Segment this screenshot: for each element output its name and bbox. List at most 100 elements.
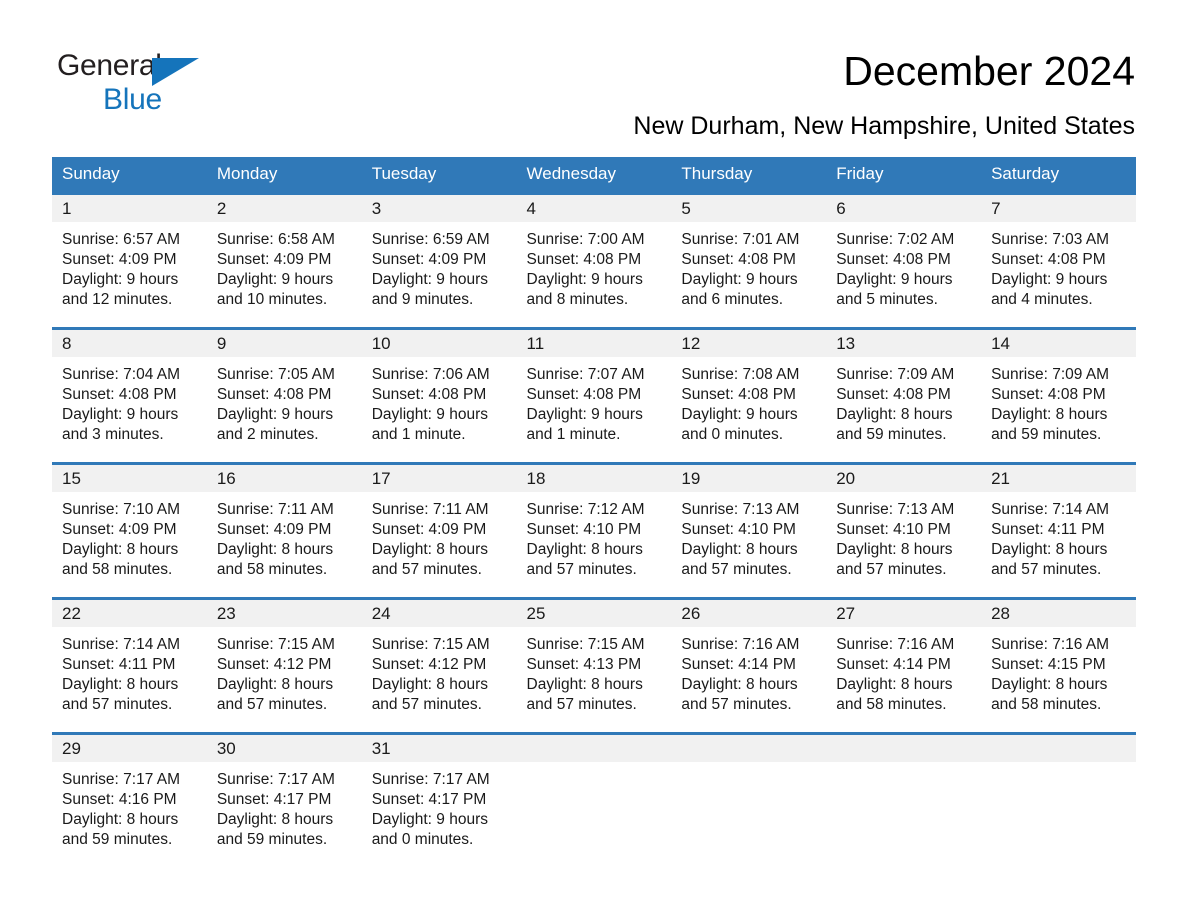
sunset-text: Sunset: 4:08 PM [62, 386, 177, 403]
day-number: 28 [991, 604, 1010, 623]
day-number: 22 [62, 604, 81, 623]
day-details: Sunrise: 6:58 AM Sunset: 4:09 PM Dayligh… [207, 222, 362, 310]
day-number: 6 [836, 199, 846, 218]
day-number-strip: 23 [206, 600, 362, 627]
day-cell[interactable]: 7 Sunrise: 7:03 AM Sunset: 4:08 PM Dayli… [981, 192, 1136, 329]
daylight-line2: and 2 minutes. [216, 426, 319, 443]
daylight-line2: and 57 minutes. [681, 696, 792, 713]
day-cell[interactable]: 14 Sunrise: 7:09 AM Sunset: 4:08 PM Dayl… [981, 327, 1136, 464]
day-cell[interactable]: 26 Sunrise: 7:16 AM Sunset: 4:14 PM Dayl… [671, 597, 827, 734]
weekday-header-saturday: Saturday [981, 157, 1136, 194]
day-details: Sunrise: 7:02 AM Sunset: 4:08 PM Dayligh… [826, 222, 981, 310]
sunrise-text: Sunrise: 7:05 AM [216, 366, 335, 383]
daylight-line2: and 10 minutes. [216, 291, 328, 308]
day-cell[interactable]: 30 Sunrise: 7:17 AM Sunset: 4:17 PM Dayl… [206, 732, 362, 869]
sunrise-text: Sunrise: 7:12 AM [526, 501, 645, 518]
day-cell[interactable]: 31 Sunrise: 7:17 AM Sunset: 4:17 PM Dayl… [361, 732, 517, 869]
day-cell[interactable]: 21 Sunrise: 7:14 AM Sunset: 4:11 PM Dayl… [981, 462, 1136, 599]
sunrise-text: Sunrise: 7:08 AM [681, 366, 800, 383]
day-details: Sunrise: 7:15 AM Sunset: 4:12 PM Dayligh… [362, 627, 517, 715]
day-details: Sunrise: 7:10 AM Sunset: 4:09 PM Dayligh… [52, 492, 207, 580]
day-cell[interactable]: 6 Sunrise: 7:02 AM Sunset: 4:08 PM Dayli… [826, 192, 982, 329]
day-cell[interactable]: 11 Sunrise: 7:07 AM Sunset: 4:08 PM Dayl… [516, 327, 672, 464]
day-details: Sunrise: 7:14 AM Sunset: 4:11 PM Dayligh… [981, 492, 1136, 580]
day-cell[interactable]: 22 Sunrise: 7:14 AM Sunset: 4:11 PM Dayl… [52, 597, 207, 734]
daylight-line1: Daylight: 8 hours [836, 406, 953, 423]
day-details: Sunrise: 7:08 AM Sunset: 4:08 PM Dayligh… [671, 357, 826, 445]
day-cell[interactable]: 18 Sunrise: 7:12 AM Sunset: 4:10 PM Dayl… [516, 462, 672, 599]
day-details: Sunrise: 7:15 AM Sunset: 4:12 PM Dayligh… [207, 627, 362, 715]
daylight-line2: and 57 minutes. [371, 696, 482, 713]
day-number: 24 [371, 604, 391, 623]
day-number-strip: 15 [52, 465, 207, 492]
generalblue-logo[interactable]: General Blue [57, 51, 217, 123]
sunrise-sunset-calendar: Sunday Monday Tuesday Wednesday Thursday… [52, 157, 1136, 869]
daylight-line1: Daylight: 8 hours [62, 676, 179, 693]
sunset-text: Sunset: 4:14 PM [681, 656, 796, 673]
day-number: 8 [62, 334, 72, 353]
day-number-strip: 11 [516, 330, 672, 357]
daylight-line1: Daylight: 9 hours [62, 271, 179, 288]
daylight-line2: and 9 minutes. [371, 291, 474, 308]
day-cell[interactable]: 28 Sunrise: 7:16 AM Sunset: 4:15 PM Dayl… [981, 597, 1136, 734]
day-cell[interactable]: 1 Sunrise: 6:57 AM Sunset: 4:09 PM Dayli… [52, 192, 207, 329]
sunrise-text: Sunrise: 7:04 AM [62, 366, 181, 383]
day-cell[interactable]: 25 Sunrise: 7:15 AM Sunset: 4:13 PM Dayl… [516, 597, 672, 734]
daylight-line2: and 59 minutes. [216, 831, 328, 848]
day-number-strip: 10 [361, 330, 517, 357]
daylight-line1: Daylight: 9 hours [216, 271, 334, 288]
day-details: Sunrise: 7:14 AM Sunset: 4:11 PM Dayligh… [52, 627, 207, 715]
sunset-text: Sunset: 4:08 PM [836, 251, 951, 268]
day-cell[interactable]: 10 Sunrise: 7:06 AM Sunset: 4:08 PM Dayl… [361, 327, 517, 464]
daylight-line1: Daylight: 8 hours [836, 676, 953, 693]
day-cell[interactable]: 16 Sunrise: 7:11 AM Sunset: 4:09 PM Dayl… [206, 462, 362, 599]
daylight-line1: Daylight: 8 hours [216, 811, 334, 828]
day-cell[interactable]: 2 Sunrise: 6:58 AM Sunset: 4:09 PM Dayli… [206, 192, 362, 329]
day-details: Sunrise: 7:12 AM Sunset: 4:10 PM Dayligh… [517, 492, 672, 580]
sunset-text: Sunset: 4:11 PM [62, 656, 176, 673]
day-number-strip: 30 [206, 735, 362, 762]
day-cell[interactable]: 23 Sunrise: 7:15 AM Sunset: 4:12 PM Dayl… [206, 597, 362, 734]
day-cell[interactable]: 24 Sunrise: 7:15 AM Sunset: 4:12 PM Dayl… [361, 597, 517, 734]
daylight-line2: and 57 minutes. [991, 561, 1102, 578]
day-number: 30 [216, 739, 236, 758]
daylight-line1: Daylight: 8 hours [991, 676, 1108, 693]
day-cell[interactable]: 17 Sunrise: 7:11 AM Sunset: 4:09 PM Dayl… [361, 462, 517, 599]
day-cell[interactable]: 12 Sunrise: 7:08 AM Sunset: 4:08 PM Dayl… [671, 327, 827, 464]
day-cell[interactable]: 5 Sunrise: 7:01 AM Sunset: 4:08 PM Dayli… [671, 192, 827, 329]
day-number: 12 [681, 334, 701, 353]
weekday-header-thursday: Thursday [671, 157, 827, 194]
day-cell[interactable]: 20 Sunrise: 7:13 AM Sunset: 4:10 PM Dayl… [826, 462, 982, 599]
sunset-text: Sunset: 4:09 PM [62, 251, 177, 268]
daylight-line2: and 59 minutes. [62, 831, 173, 848]
day-number-strip: 19 [671, 465, 827, 492]
logo-text-blue: Blue [103, 83, 162, 116]
sunrise-text: Sunrise: 6:58 AM [216, 231, 335, 248]
day-cell[interactable]: 29 Sunrise: 7:17 AM Sunset: 4:16 PM Dayl… [52, 732, 207, 869]
day-cell[interactable]: 9 Sunrise: 7:05 AM Sunset: 4:08 PM Dayli… [206, 327, 362, 464]
day-cell[interactable]: 4 Sunrise: 7:00 AM Sunset: 4:08 PM Dayli… [516, 192, 672, 329]
day-cell[interactable]: 13 Sunrise: 7:09 AM Sunset: 4:08 PM Dayl… [826, 327, 982, 464]
day-cell[interactable]: 27 Sunrise: 7:16 AM Sunset: 4:14 PM Dayl… [826, 597, 982, 734]
day-cell[interactable]: 15 Sunrise: 7:10 AM Sunset: 4:09 PM Dayl… [52, 462, 207, 599]
daylight-line2: and 57 minutes. [681, 561, 792, 578]
day-number-strip: 14 [981, 330, 1136, 357]
day-cell[interactable]: 3 Sunrise: 6:59 AM Sunset: 4:09 PM Dayli… [361, 192, 517, 329]
day-details: Sunrise: 7:16 AM Sunset: 4:14 PM Dayligh… [671, 627, 826, 715]
day-cell-empty [516, 732, 672, 869]
daylight-line2: and 12 minutes. [62, 291, 173, 308]
day-number-strip: 1 [52, 195, 207, 222]
daylight-line1: Daylight: 9 hours [526, 271, 643, 288]
daylight-line1: Daylight: 8 hours [216, 541, 334, 558]
day-number-strip [671, 735, 827, 762]
sunrise-text: Sunrise: 7:16 AM [681, 636, 800, 653]
sunset-text: Sunset: 4:08 PM [681, 386, 796, 403]
day-cell[interactable]: 8 Sunrise: 7:04 AM Sunset: 4:08 PM Dayli… [52, 327, 207, 464]
day-number: 26 [681, 604, 701, 623]
day-cell[interactable]: 19 Sunrise: 7:13 AM Sunset: 4:10 PM Dayl… [671, 462, 827, 599]
daylight-line1: Daylight: 9 hours [216, 406, 334, 423]
calendar-week-row: 1 Sunrise: 6:57 AM Sunset: 4:09 PM Dayli… [52, 192, 1136, 329]
location-subtitle: New Durham, New Hampshire, United States [633, 112, 1135, 140]
sunrise-text: Sunrise: 7:01 AM [681, 231, 800, 248]
day-details: Sunrise: 7:17 AM Sunset: 4:17 PM Dayligh… [207, 762, 362, 850]
